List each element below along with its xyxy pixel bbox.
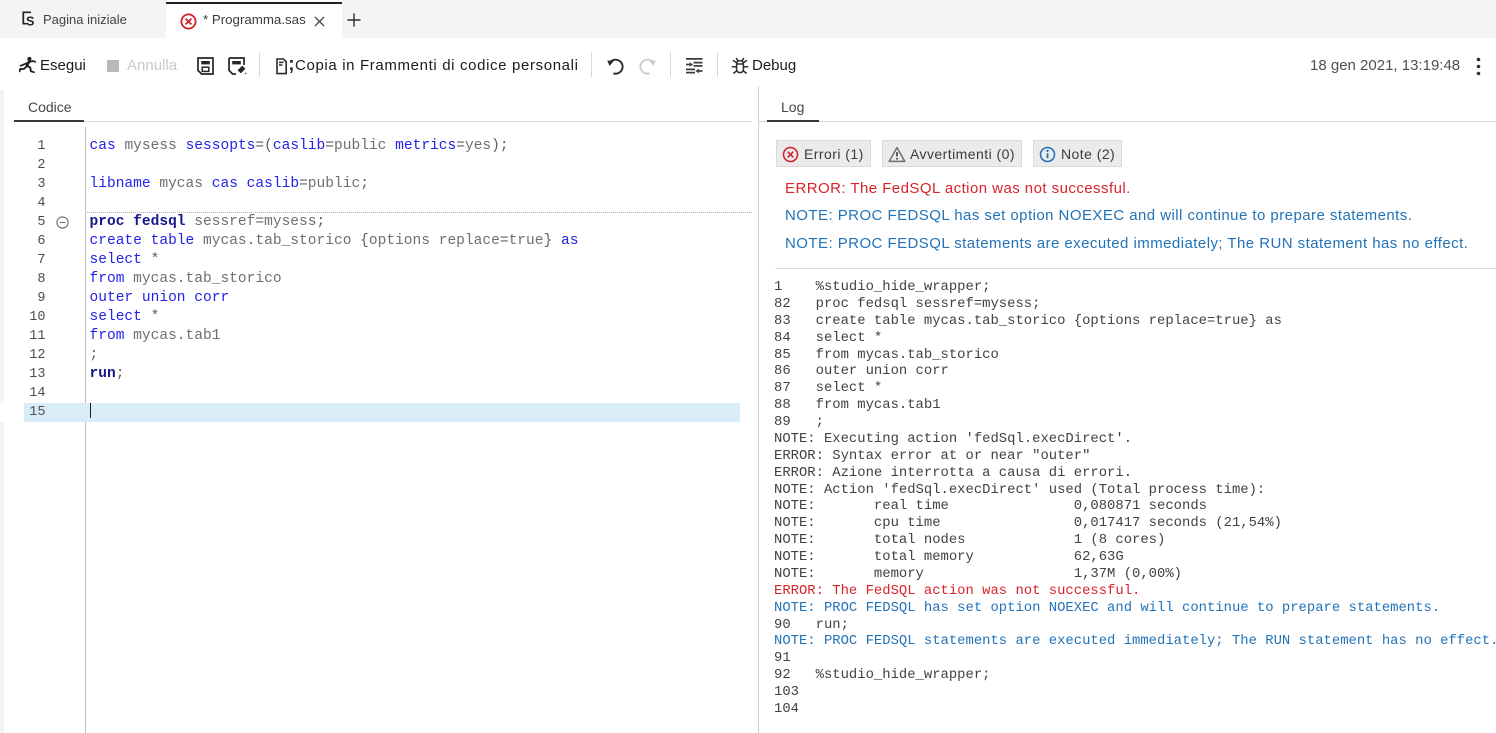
svg-text:S: S bbox=[26, 15, 34, 29]
